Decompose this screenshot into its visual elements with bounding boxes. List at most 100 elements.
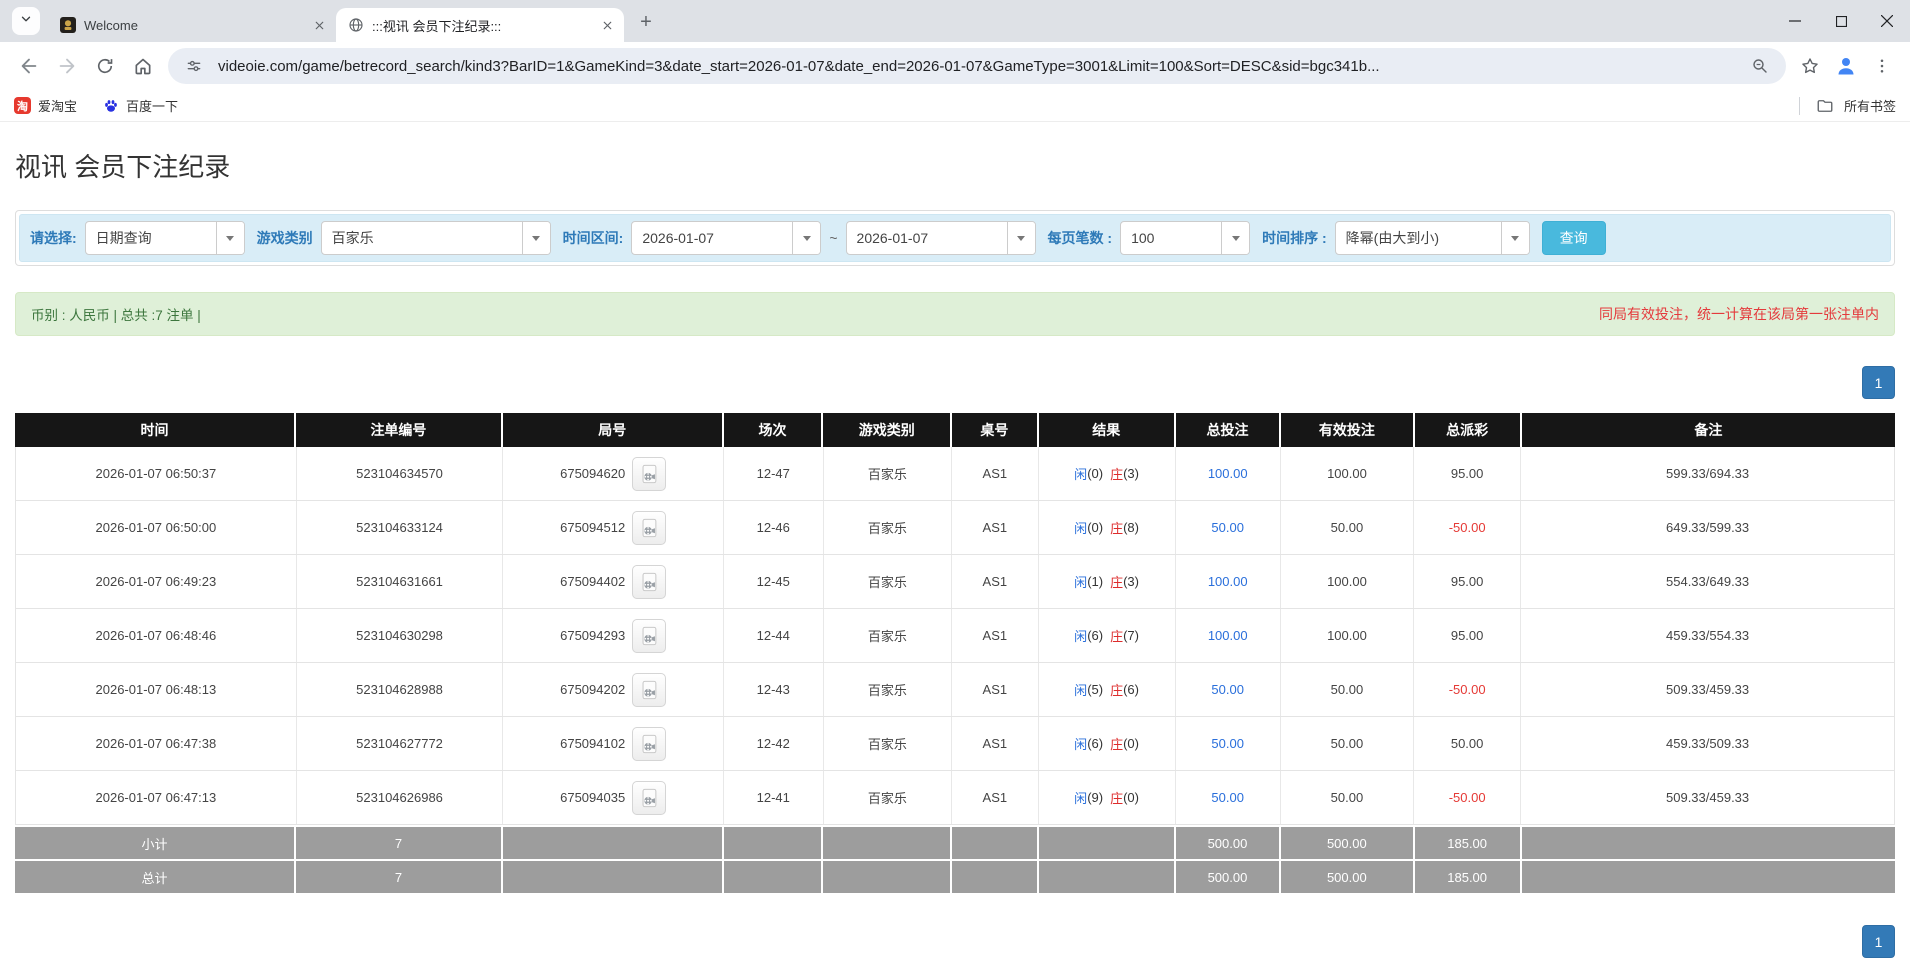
tune-icon[interactable] [180, 58, 208, 74]
page-title: 视讯 会员下注纪录 [15, 152, 231, 182]
tab-title: Welcome [84, 17, 138, 33]
reload-button[interactable] [86, 47, 124, 85]
bookmark-star-icon[interactable] [1792, 48, 1828, 84]
profile-avatar[interactable] [1828, 48, 1864, 84]
footer-cell [952, 861, 1039, 893]
video-replay-button[interactable] [632, 564, 667, 599]
date-start-select[interactable]: 2026-01-07 [631, 221, 822, 255]
zoom-icon[interactable] [1746, 57, 1774, 75]
player-points: (1) [1087, 574, 1104, 589]
footer-cell: 500.00 [1281, 827, 1415, 859]
cell-session: 12-42 [724, 717, 824, 770]
chevron-down-icon [792, 222, 821, 254]
all-bookmarks-button[interactable]: 所有书签 [1798, 96, 1896, 115]
player-points: (6) [1087, 628, 1104, 643]
url-text[interactable]: videoie.com/game/betrecord_search/kind3?… [218, 58, 1746, 75]
footer-cell: 500.00 [1176, 827, 1282, 859]
cell-round-id: 675094402 [503, 555, 724, 608]
video-replay-button[interactable] [632, 456, 667, 491]
cell-result: 闲 (6) 庄 (7) [1039, 609, 1176, 662]
cell-round-id: 675094620 [503, 447, 724, 500]
game-kind-select[interactable]: 百家乐 [320, 221, 551, 255]
cell-remark: 554.33/649.33 [1666, 574, 1750, 589]
pagination-page-1-bottom[interactable]: 1 [1862, 925, 1895, 958]
cell-session: 12-47 [724, 447, 824, 500]
menu-kebab-icon[interactable] [1864, 48, 1900, 84]
cell-session: 12-46 [724, 501, 824, 554]
video-replay-button[interactable] [632, 510, 667, 545]
cell-bet-id: 523104634570 [297, 447, 504, 500]
column-header: 场次 [724, 413, 824, 447]
close-icon[interactable] [598, 16, 616, 34]
baidu-paw-icon [103, 98, 119, 114]
all-bookmarks-label: 所有书签 [1843, 99, 1896, 114]
video-replay-button[interactable] [632, 672, 667, 707]
filter-panel: 请选择: 日期查询 游戏类别 百家乐 时间区间: 2026-01-07 ~ 20… [15, 210, 1895, 266]
cell-table-no: AS1 [952, 609, 1039, 662]
cell-game-kind: 百家乐 [824, 771, 953, 824]
cell-total-bet[interactable]: 100.00 [1176, 555, 1281, 608]
forward-button[interactable] [48, 47, 86, 85]
cell-bet-id: 523104627772 [297, 717, 504, 770]
folder-icon [1816, 97, 1834, 115]
tab-welcome[interactable]: Welcome [48, 8, 336, 42]
cell-total-bet[interactable]: 50.00 [1176, 717, 1281, 770]
column-header: 局号 [503, 413, 724, 447]
query-type-value: 日期查询 [95, 230, 152, 246]
cell-bet-id: 523104630298 [297, 609, 504, 662]
cell-valid-bet: 50.00 [1281, 501, 1415, 554]
cell-time: 2026-01-07 06:48:46 [16, 609, 297, 662]
cell-table-no: AS1 [952, 717, 1039, 770]
home-button[interactable] [124, 47, 162, 85]
cell-payout: -50.00 [1414, 771, 1522, 824]
back-button[interactable] [10, 47, 48, 85]
chevron-down-icon [19, 12, 33, 31]
footer-cell: 500.00 [1176, 861, 1282, 893]
tab-bet-record[interactable]: :::视讯 会员下注纪录::: [336, 8, 624, 42]
new-tab-button[interactable]: + [632, 8, 660, 36]
cell-total-bet[interactable]: 50.00 [1176, 501, 1281, 554]
search-button[interactable]: 查询 [1541, 221, 1606, 255]
banker-points: (0) [1123, 790, 1139, 805]
round-id: 675094402 [560, 574, 626, 589]
close-icon[interactable] [310, 16, 328, 34]
bookmark-aitaobao[interactable]: 淘 爱淘宝 [14, 96, 77, 115]
round-id: 675094035 [560, 790, 626, 805]
sort-select[interactable]: 降幂(由大到小) [1334, 221, 1530, 255]
cell-time: 2026-01-07 06:49:23 [16, 555, 297, 608]
banker-label: 庄 [1110, 791, 1124, 806]
video-replay-button[interactable] [632, 618, 667, 653]
round-id: 675094293 [560, 628, 626, 643]
cell-round-id: 675094102 [503, 717, 724, 770]
bookmark-baidu[interactable]: 百度一下 [103, 96, 178, 115]
pagination-page-1-top[interactable]: 1 [1862, 366, 1895, 399]
cell-total-bet[interactable]: 100.00 [1176, 609, 1281, 662]
cell-round-id: 675094035 [503, 771, 724, 824]
video-replay-button[interactable] [632, 780, 667, 815]
column-header: 结果 [1039, 413, 1176, 447]
footer-cell [1039, 827, 1176, 859]
banker-points: (0) [1123, 736, 1139, 751]
per-page-select[interactable]: 100 [1120, 221, 1251, 255]
cell-total-bet[interactable]: 100.00 [1176, 447, 1281, 500]
close-window-button[interactable] [1864, 0, 1910, 42]
cell-bet-id: 523104633124 [297, 501, 504, 554]
tab-search-button[interactable] [12, 7, 40, 35]
maximize-button[interactable] [1818, 0, 1864, 42]
query-type-select[interactable]: 日期查询 [84, 221, 245, 255]
url-bar[interactable]: videoie.com/game/betrecord_search/kind3?… [168, 48, 1786, 84]
cell-game-kind: 百家乐 [824, 717, 953, 770]
game-kind-label: 游戏类别 [256, 230, 313, 246]
cell-table-no: AS1 [952, 501, 1039, 554]
video-replay-button[interactable] [632, 726, 667, 761]
minimize-button[interactable] [1772, 0, 1818, 42]
banker-label: 庄 [1110, 629, 1124, 644]
date-end-select[interactable]: 2026-01-07 [845, 221, 1036, 255]
cell-total-bet[interactable]: 50.00 [1176, 663, 1281, 716]
cell-total-bet[interactable]: 50.00 [1176, 771, 1281, 824]
cell-result: 闲 (0) 庄 (8) [1039, 501, 1176, 554]
cell-result: 闲 (6) 庄 (0) [1039, 717, 1176, 770]
table-footer-row: 总计 7 500.00 500.00 185.00 [15, 859, 1895, 893]
summary-note: 同局有效投注，统一计算在该局第一张注单内 [1599, 306, 1879, 322]
table-row: 2026-01-07 06:47:38 523104627772 6750941… [16, 717, 1894, 771]
